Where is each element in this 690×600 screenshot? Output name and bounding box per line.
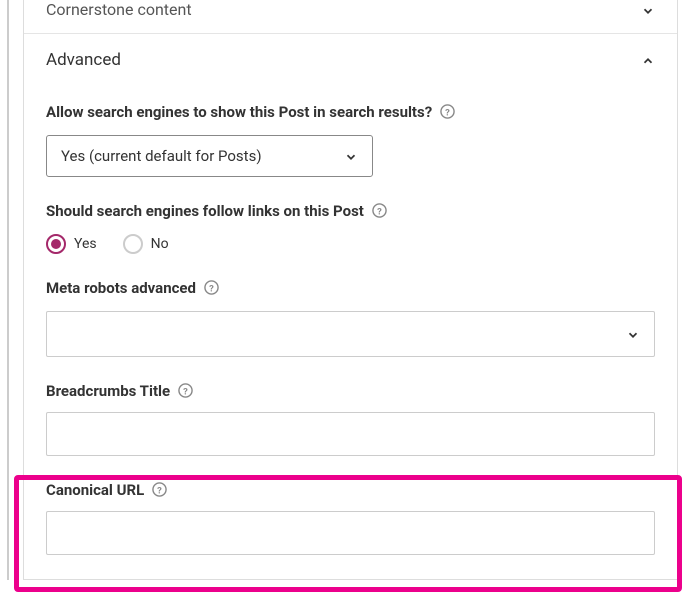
help-icon[interactable]: ? — [204, 280, 219, 295]
input-canonical[interactable] — [46, 511, 655, 555]
label-breadcrumbs: Breadcrumbs Title — [46, 382, 170, 400]
select-allow-index[interactable]: Yes (current default for Posts) — [46, 135, 373, 177]
help-icon[interactable]: ? — [440, 104, 455, 119]
svg-text:?: ? — [377, 206, 382, 217]
label-canonical: Canonical URL — [46, 481, 144, 499]
svg-text:?: ? — [183, 386, 188, 397]
input-breadcrumbs[interactable] — [46, 412, 655, 456]
label-allow-index: Allow search engines to show this Post i… — [46, 103, 432, 121]
chevron-up-icon — [641, 53, 655, 67]
field-follow-links: Should search engines follow links on th… — [46, 201, 655, 254]
field-meta-robots: Meta robots advanced ? — [46, 278, 655, 357]
field-allow-index: Allow search engines to show this Post i… — [46, 102, 655, 177]
label-meta-robots: Meta robots advanced — [46, 279, 196, 297]
field-canonical: Canonical URL ? — [46, 480, 655, 555]
svg-text:?: ? — [209, 283, 214, 294]
radio-group-follow: Yes No — [46, 234, 655, 254]
label-follow-links: Should search engines follow links on th… — [46, 202, 364, 220]
svg-text:?: ? — [445, 107, 450, 118]
help-icon[interactable]: ? — [178, 383, 193, 398]
left-edge-bar — [7, 0, 9, 580]
field-breadcrumbs: Breadcrumbs Title ? — [46, 381, 655, 456]
help-icon[interactable]: ? — [372, 203, 387, 218]
chevron-down-icon — [344, 149, 358, 163]
select-meta-robots[interactable] — [46, 311, 655, 357]
section-title-advanced: Advanced — [46, 50, 121, 70]
radio-follow-yes[interactable]: Yes — [46, 234, 97, 254]
radio-label-no: No — [151, 236, 169, 252]
chevron-down-icon — [641, 3, 655, 17]
section-advanced[interactable]: Advanced — [24, 34, 677, 84]
svg-text:?: ? — [157, 485, 162, 496]
section-cornerstone[interactable]: Cornerstone content — [24, 0, 677, 34]
radio-label-yes: Yes — [74, 236, 97, 252]
section-title-cornerstone: Cornerstone content — [46, 0, 192, 19]
radio-checked-icon — [46, 234, 66, 254]
radio-follow-no[interactable]: No — [123, 234, 169, 254]
help-icon[interactable]: ? — [152, 482, 167, 497]
advanced-body: Allow search engines to show this Post i… — [24, 84, 677, 579]
select-allow-index-value: Yes (current default for Posts) — [61, 147, 262, 165]
settings-panel: Cornerstone content Advanced Allow searc… — [23, 0, 678, 580]
radio-unchecked-icon — [123, 234, 143, 254]
chevron-down-icon — [626, 327, 640, 341]
